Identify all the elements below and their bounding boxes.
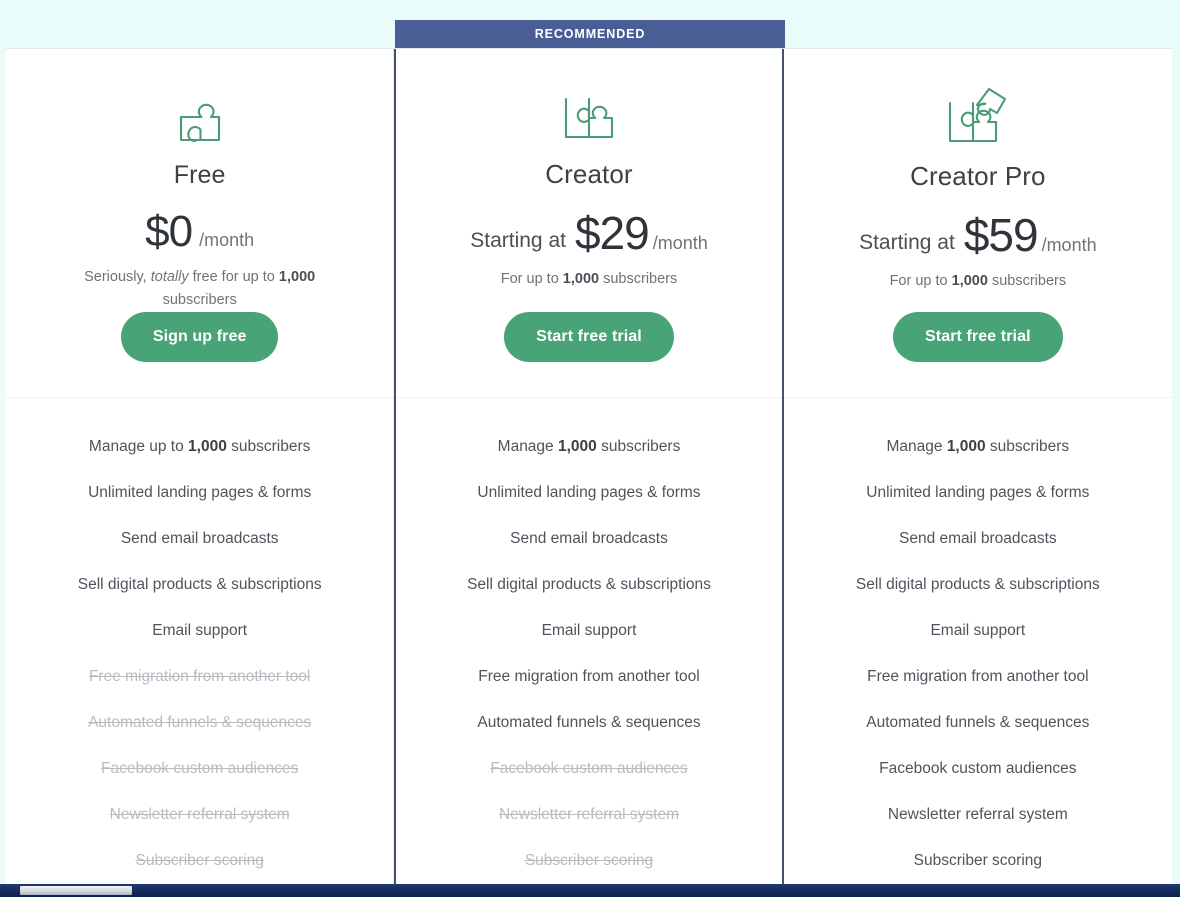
puzzle-three-pieces-icon: [942, 85, 1014, 147]
feature-item: Unlimited landing pages & forms: [477, 484, 701, 501]
feature-item: Email support: [152, 622, 248, 640]
feature-item: Facebook custom audiences: [879, 760, 1077, 777]
feature-item: Email support: [541, 622, 637, 639]
feature-item: Subscriber scoring: [524, 852, 654, 869]
feature-item: Facebook custom audiences: [490, 760, 688, 777]
plan-name-creator: Creator: [545, 159, 633, 189]
feature-item: Free migration from another tool: [867, 668, 1089, 685]
plan-header-creator: Creator Starting at $29 /month For up to…: [396, 49, 782, 398]
feature-item: Send email broadcasts: [899, 530, 1057, 547]
feature-item: Newsletter referral system: [498, 806, 679, 823]
recommended-ribbon: RECOMMENDED: [395, 20, 785, 48]
plan-header-creator-pro: Creator Pro Starting at $59 /month For u…: [783, 49, 1172, 398]
feature-item: Unlimited landing pages & forms: [88, 484, 312, 502]
feature-item: Automated funnels & sequences: [477, 714, 701, 731]
feature-item: Automated funnels & sequences: [866, 714, 1090, 731]
feature-list-free: Manage up to 1,000 subscribers Unlimited …: [6, 398, 393, 884]
sign-up-free-button[interactable]: Sign up free: [120, 312, 279, 363]
feature-list-creator-pro: Manage 1,000 subscribers Unlimited landin…: [784, 398, 1172, 884]
feature-item: Send email broadcasts: [120, 530, 279, 548]
feature-item: Manage up to 1,000 subscribers: [88, 438, 311, 456]
plan-price-note-creator: For up to 1,000 subscribers: [500, 271, 678, 287]
plan-card-creator: Creator Starting at $29 /month For up to…: [394, 49, 784, 884]
pricing-page: RECOMMENDED Free $0 /month Seriously, to…: [0, 0, 1180, 897]
feature-item: Free migration from another tool: [478, 668, 700, 685]
plan-cta-wrap-creator: Start free trial: [504, 312, 674, 362]
horizontal-scrollbar[interactable]: [0, 884, 1180, 897]
plan-price-note-free: Seriously, totally free for up to 1,000 …: [84, 269, 316, 309]
plan-price-period-creator: /month: [652, 233, 708, 253]
feature-item: Sell digital products & subscriptions: [467, 576, 711, 593]
plan-price-creator-pro: Starting at $59 /month: [859, 212, 1097, 258]
feature-list-creator: Manage 1,000 subscribers Unlimited landin…: [396, 398, 781, 884]
recommended-ribbon-label: RECOMMENDED: [534, 27, 646, 41]
plan-price-prefix-creator: Starting at: [470, 229, 566, 252]
feature-item: Facebook custom audiences: [101, 760, 299, 778]
feature-item: Free migration from another tool: [88, 668, 311, 686]
pricing-plans-grid: Free $0 /month Seriously, totally free f…: [6, 48, 1172, 884]
plan-price-amount-free: $0: [145, 207, 193, 256]
plan-header-free: Free $0 /month Seriously, totally free f…: [6, 49, 394, 399]
feature-item: Email support: [930, 622, 1026, 639]
feature-item: Newsletter referral system: [887, 806, 1068, 823]
plan-price-amount-creator-pro: $59: [963, 209, 1039, 261]
plan-card-creator-pro: Creator Pro Starting at $59 /month For u…: [783, 49, 1172, 884]
plan-price-amount-creator: $29: [574, 207, 650, 259]
puzzle-two-pieces-icon: [558, 83, 620, 145]
feature-item: Automated funnels & sequences: [88, 714, 312, 732]
plan-name-free: Free: [173, 161, 226, 189]
plan-name-creator-pro: Creator Pro: [910, 161, 1046, 191]
plan-price-prefix-creator-pro: Starting at: [859, 231, 955, 254]
feature-item: Unlimited landing pages & forms: [866, 484, 1090, 501]
plan-price-free: $0 /month: [145, 210, 254, 254]
plan-price-period-free: /month: [199, 230, 255, 250]
feature-item: Subscriber scoring: [135, 852, 264, 870]
scrollbar-thumb[interactable]: [20, 886, 132, 895]
feature-item: Sell digital products & subscriptions: [77, 576, 322, 594]
start-free-trial-creator-pro-button[interactable]: Start free trial: [892, 312, 1063, 362]
feature-item: Manage 1,000 subscribers: [497, 438, 681, 455]
plan-price-period-creator-pro: /month: [1041, 235, 1097, 255]
plan-card-free: Free $0 /month Seriously, totally free f…: [6, 49, 395, 884]
feature-item: Subscriber scoring: [913, 852, 1043, 869]
plan-cta-wrap-free: Sign up free: [120, 312, 279, 363]
feature-item: Newsletter referral system: [109, 806, 290, 824]
plan-price-creator: Starting at $29 /month: [470, 210, 708, 256]
plan-cta-wrap-creator-pro: Start free trial: [892, 312, 1063, 362]
feature-item: Manage 1,000 subscribers: [886, 438, 1070, 455]
plan-price-note-creator-pro: For up to 1,000 subscribers: [889, 273, 1067, 289]
puzzle-one-piece-icon: [172, 85, 228, 147]
start-free-trial-creator-button[interactable]: Start free trial: [504, 312, 674, 362]
feature-item: Sell digital products & subscriptions: [855, 576, 1100, 593]
feature-item: Send email broadcasts: [510, 530, 668, 547]
